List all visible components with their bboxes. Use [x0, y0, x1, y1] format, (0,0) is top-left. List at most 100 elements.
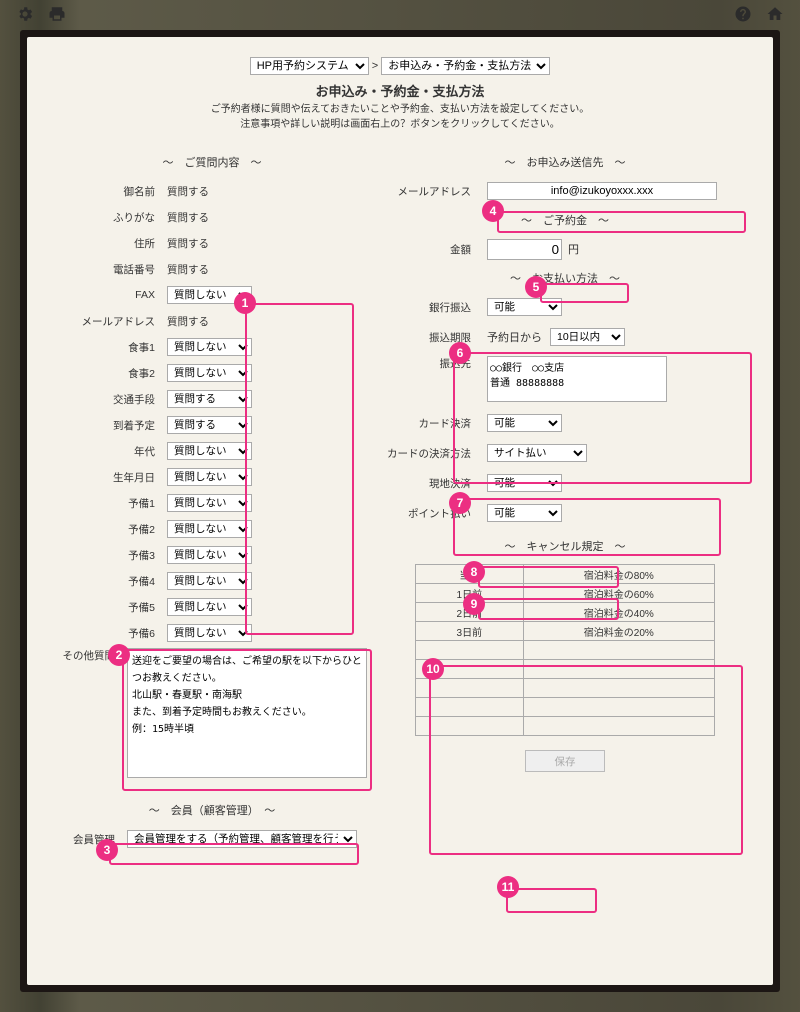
question-row: 食事2質問しない — [57, 362, 367, 384]
question-row: 御名前質問する — [57, 180, 367, 202]
home-icon[interactable] — [766, 5, 784, 26]
question-label: 年代 — [57, 444, 167, 459]
due-label: 振込期限 — [387, 330, 487, 345]
question-row: 生年月日質問しない — [57, 466, 367, 488]
question-value: 質問する — [167, 262, 209, 277]
question-row: 交通手段質問する — [57, 388, 367, 410]
question-row: 予備1質問しない — [57, 492, 367, 514]
card-method-select[interactable]: サイト払い — [487, 444, 587, 462]
question-row: 予備2質問しない — [57, 518, 367, 540]
question-row: FAX質問しない — [57, 284, 367, 306]
question-label: 予備4 — [57, 574, 167, 589]
table-row — [416, 698, 715, 717]
question-select[interactable]: 質問しない — [167, 546, 252, 564]
question-row: 住所質問する — [57, 232, 367, 254]
onsite-select[interactable]: 可能 — [487, 474, 562, 492]
breadcrumb-page-select[interactable]: お申込み・予約金・支払方法 — [381, 57, 550, 75]
annotation-badge: 1 — [234, 292, 256, 314]
deposit-label: 金額 — [387, 242, 487, 257]
question-row: 予備4質問しない — [57, 570, 367, 592]
card-select[interactable]: 可能 — [487, 414, 562, 432]
question-select[interactable]: 質問しない — [167, 598, 252, 616]
question-label: 食事1 — [57, 340, 167, 355]
breadcrumb-system-select[interactable]: HP用予約システム — [250, 57, 369, 75]
section-deposit: ～ ご予約金 ～ — [387, 212, 743, 228]
annotation-badge: 4 — [482, 200, 504, 222]
onsite-label: 現地決済 — [387, 476, 487, 491]
question-row: メールアドレス質問する — [57, 310, 367, 332]
question-label: 予備1 — [57, 496, 167, 511]
bank-select[interactable]: 可能 — [487, 298, 562, 316]
breadcrumb-sep: > — [372, 60, 378, 72]
dest-label: 振込先 — [387, 356, 487, 371]
question-row: 年代質問しない — [57, 440, 367, 462]
annotation-badge: 9 — [463, 593, 485, 615]
question-row: 予備3質問しない — [57, 544, 367, 566]
deposit-input[interactable] — [487, 239, 562, 260]
section-questions: ～ ご質問内容 ～ — [57, 154, 367, 170]
card-label: カード決済 — [387, 416, 487, 431]
annotation-badge: 2 — [108, 644, 130, 666]
question-label: 予備6 — [57, 626, 167, 641]
help-icon[interactable] — [734, 5, 752, 26]
question-row: 予備5質問しない — [57, 596, 367, 618]
page-desc: ご予約者様に質問や伝えておきたいことや予約金、支払い方法を設定してください。注意… — [57, 102, 743, 132]
question-value: 質問する — [167, 184, 209, 199]
question-row: 食事1質問しない — [57, 336, 367, 358]
question-select[interactable]: 質問する — [167, 390, 252, 408]
question-label: 予備5 — [57, 600, 167, 615]
question-select[interactable]: 質問しない — [167, 364, 252, 382]
member-select[interactable]: 会員管理をする（予約管理、顧客管理を行う） — [127, 830, 357, 848]
point-select[interactable]: 可能 — [487, 504, 562, 522]
annotation-badge: 5 — [525, 276, 547, 298]
point-label: ポイント払い — [387, 506, 487, 521]
annotation-badge: 8 — [463, 561, 485, 583]
annotation-badge: 11 — [497, 876, 519, 898]
question-select[interactable]: 質問しない — [167, 624, 252, 642]
section-member: ～ 会員（顧客管理） ～ — [57, 802, 367, 818]
question-select[interactable]: 質問しない — [167, 338, 252, 356]
question-value: 質問する — [167, 314, 209, 329]
dest-textarea[interactable] — [487, 356, 667, 402]
breadcrumb: HP用予約システム > お申込み・予約金・支払方法 — [57, 57, 743, 75]
question-row: ふりがな質問する — [57, 206, 367, 228]
page-title: お申込み・予約金・支払方法 — [57, 81, 743, 100]
table-row — [416, 660, 715, 679]
due-select[interactable]: 10日以内 — [550, 328, 625, 346]
section-cancel: ～ キャンセル規定 ～ — [387, 538, 743, 554]
annotation-badge: 7 — [449, 492, 471, 514]
question-select[interactable]: 質問しない — [167, 572, 252, 590]
question-label: 予備3 — [57, 548, 167, 563]
table-row: 当日宿泊料金の80% — [416, 565, 715, 584]
question-select[interactable]: 質問しない — [167, 468, 252, 486]
question-label: 電話番号 — [57, 262, 167, 277]
question-label: メールアドレス — [57, 314, 167, 329]
gear-icon[interactable] — [16, 5, 34, 26]
other-q-textarea[interactable] — [127, 648, 367, 778]
question-label: ふりがな — [57, 210, 167, 225]
question-select[interactable]: 質問しない — [167, 494, 252, 512]
due-prefix: 予約日から — [487, 329, 542, 345]
deposit-unit: 円 — [568, 241, 579, 257]
question-label: 予備2 — [57, 522, 167, 537]
question-select[interactable]: 質問しない — [167, 520, 252, 538]
card-method-label: カードの決済方法 — [387, 446, 487, 461]
sendto-input[interactable] — [487, 182, 717, 200]
annotation-badge: 3 — [96, 839, 118, 861]
table-row: 3日前宿泊料金の20% — [416, 622, 715, 641]
question-select[interactable]: 質問する — [167, 416, 252, 434]
table-row — [416, 717, 715, 736]
toolbar — [0, 0, 800, 30]
question-row: 到着予定質問する — [57, 414, 367, 436]
question-value: 質問する — [167, 236, 209, 251]
annotation-badge: 10 — [422, 658, 444, 680]
question-label: 食事2 — [57, 366, 167, 381]
question-label: FAX — [57, 289, 167, 301]
question-select[interactable]: 質問しない — [167, 442, 252, 460]
print-icon[interactable] — [48, 5, 66, 26]
question-row: 電話番号質問する — [57, 258, 367, 280]
question-label: 交通手段 — [57, 392, 167, 407]
table-row — [416, 641, 715, 660]
save-button[interactable]: 保存 — [525, 750, 605, 772]
question-label: 御名前 — [57, 184, 167, 199]
